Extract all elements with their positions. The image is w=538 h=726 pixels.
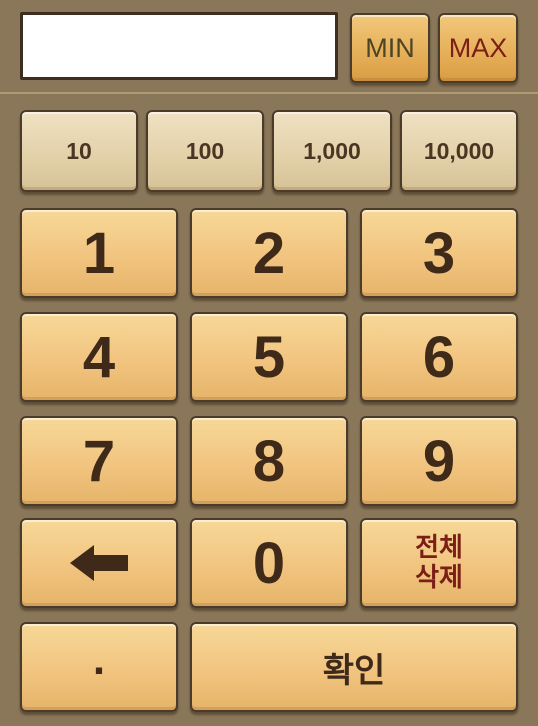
key-label: 6	[422, 324, 456, 390]
confirm-label: 확인	[322, 650, 386, 691]
key-6-button[interactable]: 6	[360, 312, 518, 402]
decimal-point-label: .	[92, 635, 106, 684]
top-bar: MIN MAX	[0, 0, 538, 94]
max-button-label: MAX	[448, 32, 508, 63]
quick-amount-1000-button[interactable]: 1,000	[272, 110, 392, 192]
key-label: 0	[252, 530, 286, 596]
key-8-button[interactable]: 8	[190, 416, 348, 506]
key-label: 4	[82, 324, 116, 390]
clear-all-label-line1: 전체	[415, 533, 463, 563]
quick-amount-10000-button[interactable]: 10,000	[400, 110, 518, 192]
key-label: 3	[422, 220, 456, 286]
min-button[interactable]: MIN	[350, 13, 430, 83]
max-button[interactable]: MAX	[438, 13, 518, 83]
key-9-button[interactable]: 9	[360, 416, 518, 506]
backspace-button[interactable]	[20, 518, 178, 608]
key-0-button[interactable]: 0	[190, 518, 348, 608]
key-label: 7	[82, 428, 116, 494]
quick-amount-100-button[interactable]: 100	[146, 110, 264, 192]
key-1-button[interactable]: 1	[20, 208, 178, 298]
quick-amount-label: 10,000	[423, 137, 495, 164]
min-button-label: MIN	[365, 32, 415, 63]
key-4-button[interactable]: 4	[20, 312, 178, 402]
key-label: 9	[422, 428, 456, 494]
key-label: 5	[252, 324, 286, 390]
amount-input[interactable]	[23, 15, 335, 77]
decimal-point-button[interactable]: .	[20, 622, 178, 712]
key-3-button[interactable]: 3	[360, 208, 518, 298]
confirm-button[interactable]: 확인	[190, 622, 518, 712]
quick-amount-label: 10	[66, 137, 92, 164]
key-label: 8	[252, 428, 286, 494]
key-7-button[interactable]: 7	[20, 416, 178, 506]
divider	[0, 92, 538, 94]
quick-amount-label: 100	[185, 137, 225, 164]
amount-display[interactable]	[20, 12, 338, 80]
left-arrow-icon	[70, 545, 128, 581]
key-label: 2	[252, 220, 286, 286]
clear-all-label-line2: 삭제	[415, 563, 463, 593]
key-5-button[interactable]: 5	[190, 312, 348, 402]
quick-amount-10-button[interactable]: 10	[20, 110, 138, 192]
clear-all-button[interactable]: 전체 삭제	[360, 518, 518, 608]
key-2-button[interactable]: 2	[190, 208, 348, 298]
key-label: 1	[82, 220, 116, 286]
quick-amount-label: 1,000	[303, 137, 361, 164]
